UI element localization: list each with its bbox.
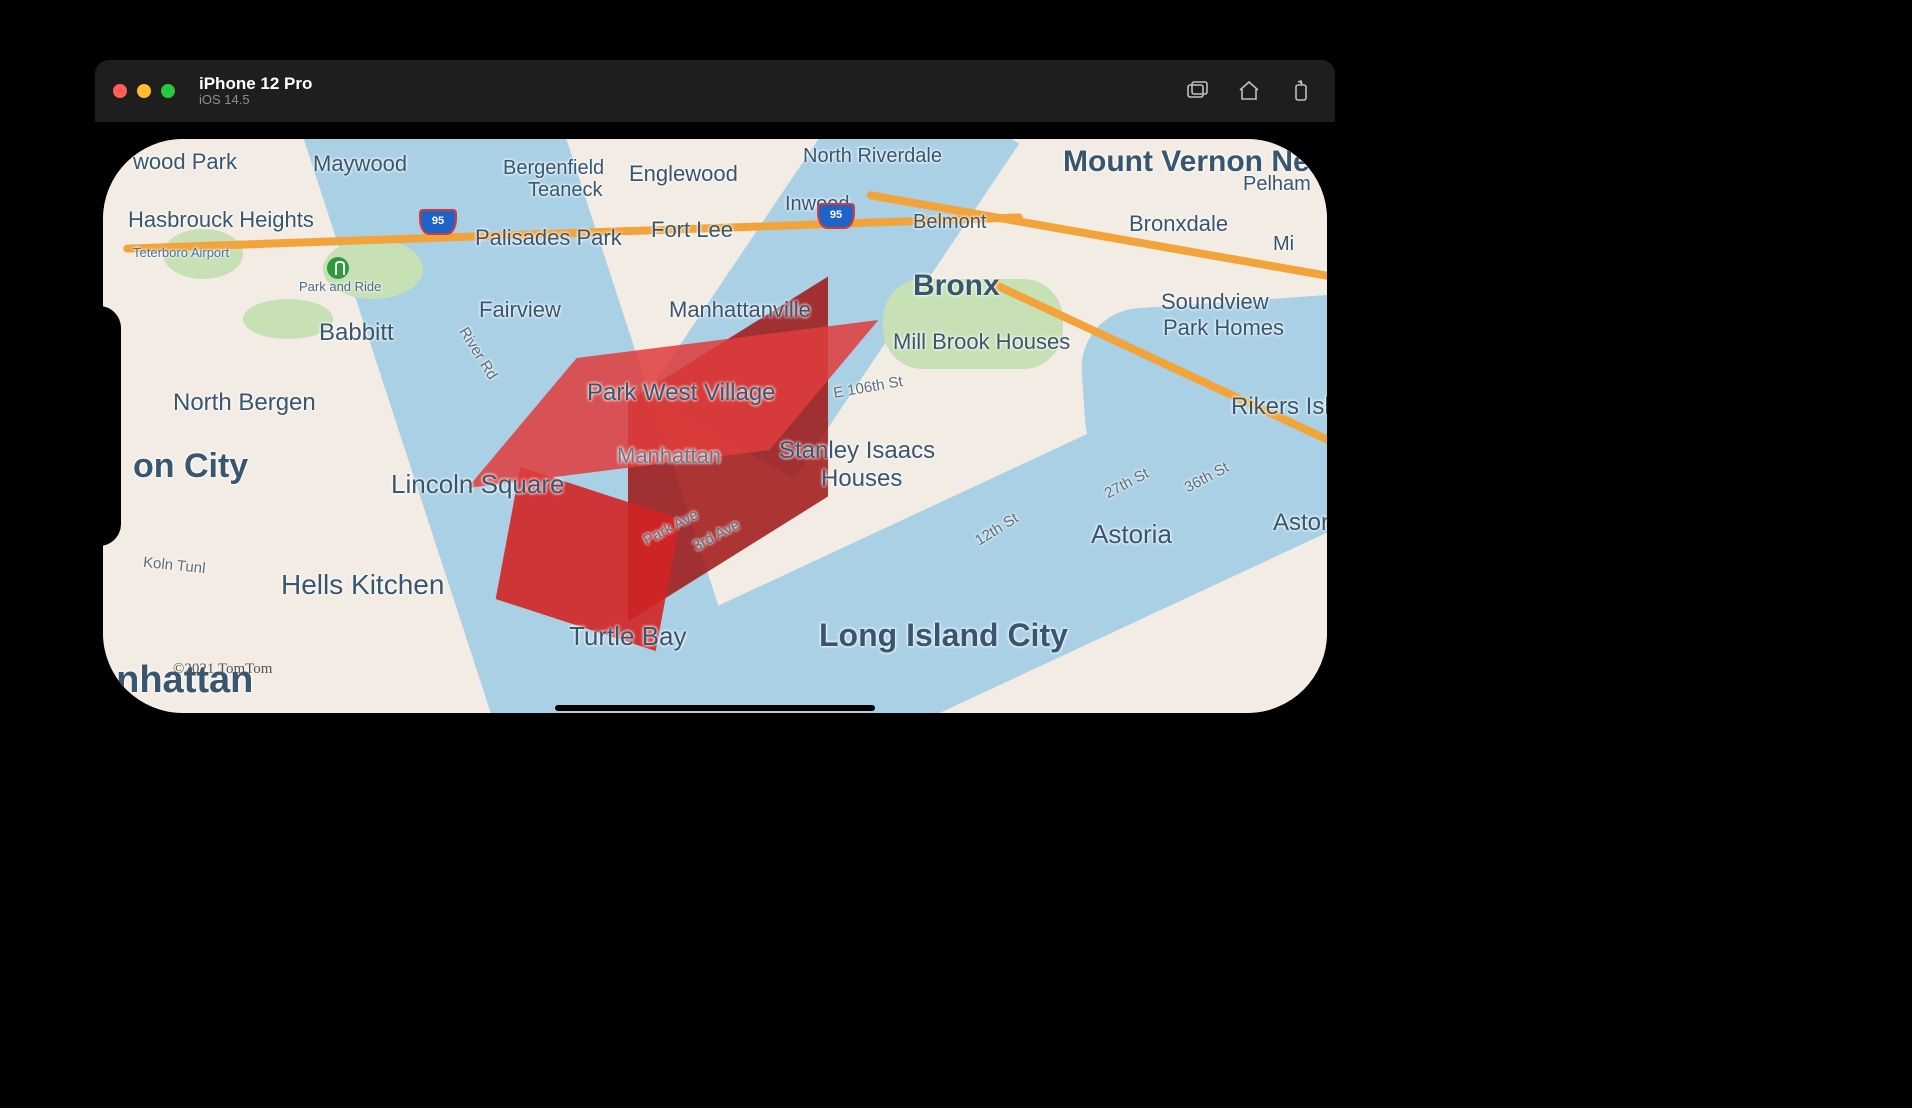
zoom-window-button[interactable]: [161, 84, 175, 98]
minimize-window-button[interactable]: [137, 84, 151, 98]
map-label: Soundview: [1161, 289, 1269, 315]
os-version: iOS 14.5: [199, 93, 312, 107]
map-label: Astoria: [1091, 519, 1172, 550]
map-label: Manhattan: [617, 443, 721, 469]
map-label: Babbitt: [319, 319, 394, 347]
map-label: Turtle Bay: [569, 621, 687, 652]
screenshot-icon[interactable]: [1185, 79, 1209, 103]
map-label: Pelham: [1243, 173, 1311, 196]
simulated-iphone: wood Park Maywood Bergenfield Englewood …: [95, 131, 1335, 721]
map-label: Park West Village: [587, 379, 776, 407]
map-label: Maywood: [313, 151, 407, 177]
map-label: Lincoln Square: [391, 469, 564, 500]
map-label: Bergenfield: [503, 157, 604, 180]
map-label: Rikers Isla: [1231, 393, 1327, 421]
home-icon[interactable]: [1237, 79, 1261, 103]
map-label: Bronx: [913, 269, 1000, 303]
device-notch: [95, 306, 121, 546]
home-indicator[interactable]: [555, 705, 875, 711]
highway-shield-i95: 95: [817, 203, 855, 229]
rotate-icon[interactable]: [1289, 79, 1313, 103]
map-label: Mill Brook Houses: [893, 329, 1070, 355]
map-label: on City: [133, 447, 248, 486]
map-label: Park Homes: [1163, 315, 1284, 341]
map-label: Bronxdale: [1129, 211, 1228, 237]
map-label: Belmont: [913, 211, 986, 234]
title-block: iPhone 12 Pro iOS 14.5: [199, 75, 312, 108]
map-label: Manhattanville: [669, 297, 811, 323]
map-attribution: ©2021 TomTom: [173, 661, 272, 678]
close-window-button[interactable]: [113, 84, 127, 98]
map-label: Fairview: [479, 297, 561, 323]
map-label: Fort Lee: [651, 217, 733, 243]
map-label: North Riverdale: [803, 145, 942, 168]
traffic-lights: [113, 84, 175, 98]
highway-shield-i95: 95: [419, 209, 457, 235]
map-label: Teterboro Airport: [133, 245, 229, 260]
map-view[interactable]: wood Park Maywood Bergenfield Englewood …: [103, 139, 1327, 713]
map-label: Park and Ride: [299, 279, 381, 294]
map-label: Teaneck: [528, 179, 603, 202]
map-label: Palisades Park: [475, 225, 622, 251]
park-and-ride-icon: [327, 257, 349, 279]
map-label: Englewood: [629, 161, 738, 187]
map-label: North Bergen: [173, 389, 316, 417]
map-label: Hells Kitchen: [281, 569, 444, 601]
map-label: Stanley Isaacs: [779, 437, 935, 465]
titlebar: iPhone 12 Pro iOS 14.5: [95, 60, 1335, 122]
simulator-window: iPhone 12 Pro iOS 14.5: [95, 60, 1335, 730]
device-name: iPhone 12 Pro: [199, 75, 312, 94]
map-label: Astoria: [1273, 509, 1327, 537]
toolbar: [1185, 79, 1313, 103]
map-label: Houses: [821, 465, 902, 493]
map-label: Long Island City: [819, 617, 1068, 654]
map-label: Mi: [1273, 233, 1294, 256]
phone-canvas: wood Park Maywood Bergenfield Englewood …: [95, 122, 1335, 730]
map-label: Hasbrouck Heights: [128, 207, 314, 233]
map-label: wood Park: [133, 149, 237, 175]
